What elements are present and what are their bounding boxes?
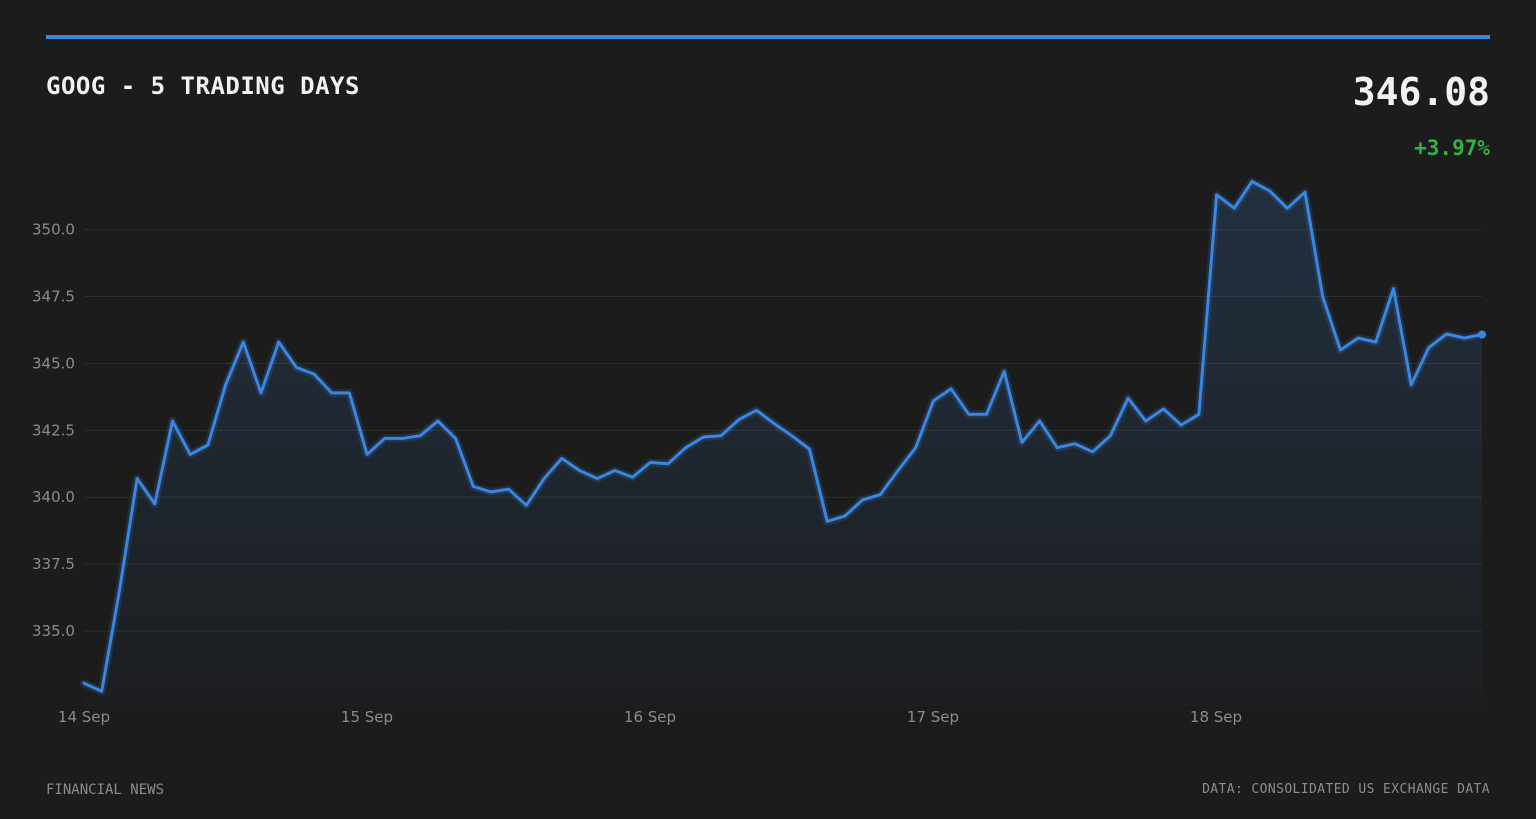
x-axis-ticks: 14 Sep 15 Sep 16 Sep 17 Sep 18 Sep xyxy=(58,708,1242,726)
price-area-fill xyxy=(84,181,1482,706)
x-tick-label: 17 Sep xyxy=(907,708,959,726)
y-tick-label: 335.0 xyxy=(32,622,75,640)
y-axis-ticks: 335.0 337.5 340.0 342.5 345.0 347.5 350.0 xyxy=(32,221,75,640)
source-right: DATA: CONSOLIDATED US EXCHANGE DATA xyxy=(1202,782,1490,797)
y-tick-label: 347.5 xyxy=(32,288,75,306)
x-tick-label: 16 Sep xyxy=(624,708,676,726)
source-left: FINANCIAL NEWS xyxy=(46,782,165,798)
x-tick-label: 15 Sep xyxy=(341,708,393,726)
y-tick-label: 345.0 xyxy=(32,354,75,372)
x-tick-label: 14 Sep xyxy=(58,708,110,726)
y-tick-label: 350.0 xyxy=(32,221,75,239)
y-tick-label: 340.0 xyxy=(32,488,75,506)
x-tick-label: 18 Sep xyxy=(1190,708,1242,726)
price-chart: 335.0 337.5 340.0 342.5 345.0 347.5 350.0 14 S… xyxy=(32,177,1486,726)
y-tick-label: 337.5 xyxy=(32,555,75,573)
y-tick-label: 342.5 xyxy=(32,421,75,439)
last-price-marker xyxy=(1478,330,1486,339)
